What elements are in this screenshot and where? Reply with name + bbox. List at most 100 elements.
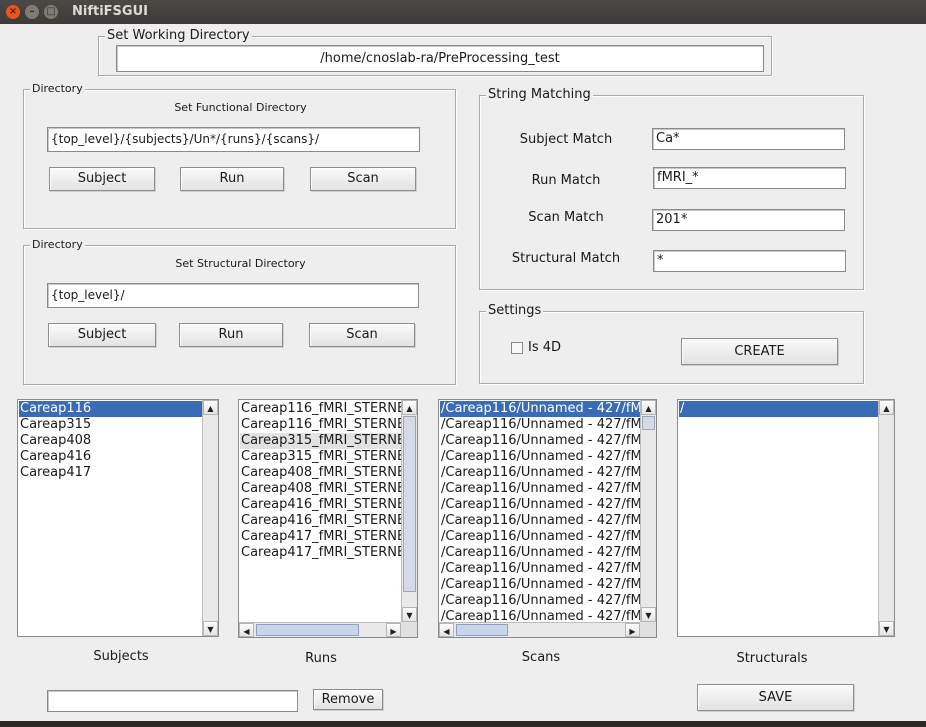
functional-run-button[interactable]: Run	[180, 167, 284, 191]
scroll-left-icon[interactable]: ◀	[439, 623, 454, 637]
working-directory-title: Set Working Directory	[105, 28, 252, 44]
scans-horizontal-scrollbar[interactable]: ◀ ▶	[439, 622, 640, 637]
remove-button[interactable]: Remove	[313, 689, 383, 710]
list-item[interactable]: Careap417_fMRI_STERNE	[240, 529, 401, 545]
functional-subject-button[interactable]: Subject	[49, 167, 155, 191]
window-client: Set Working Directory /home/cnoslab-ra/P…	[0, 24, 926, 721]
structurals-caption: Structurals	[736, 651, 808, 666]
list-item[interactable]: /	[679, 401, 878, 417]
structural-run-button[interactable]: Run	[179, 323, 283, 347]
functional-heading: Set Functional Directory	[174, 101, 307, 114]
runs-horizontal-scrollbar[interactable]: ◀ ▶	[239, 622, 401, 637]
list-item[interactable]: Careap315	[19, 417, 202, 433]
list-item[interactable]: Careap116_fMRI_STERNE	[240, 417, 401, 433]
scroll-down-icon[interactable]: ▼	[203, 621, 218, 636]
is-4d-label: Is 4D	[528, 340, 562, 355]
runs-vertical-scrollbar[interactable]: ▲ ▼	[401, 400, 417, 622]
working-directory-panel: Set Working Directory /home/cnoslab-ra/P…	[98, 28, 772, 76]
list-item[interactable]: /Careap116/Unnamed - 427/fMR	[440, 577, 640, 593]
is-4d-checkbox[interactable]	[511, 342, 523, 354]
list-item[interactable]: /Careap116/Unnamed - 427/fMR	[440, 561, 640, 577]
settings-panel: Settings Is 4D CREATE	[479, 303, 864, 384]
save-button[interactable]: SAVE	[697, 684, 854, 711]
structural-match-field[interactable]: *	[653, 250, 846, 272]
subject-match-field[interactable]: Ca*	[652, 128, 845, 150]
functional-scan-button[interactable]: Scan	[310, 167, 416, 191]
list-item[interactable]: /Careap116/Unnamed - 427/fMR	[440, 481, 640, 497]
runs-horizontal-thumb[interactable]	[256, 624, 359, 636]
close-icon[interactable]: ×	[6, 5, 20, 19]
window-bottom-edge	[0, 721, 926, 727]
scroll-left-icon[interactable]: ◀	[239, 623, 254, 637]
list-item[interactable]: Careap408_fMRI_STERNE	[240, 465, 401, 481]
subjects-list[interactable]: Careap116 Careap315 Careap408 Careap416 Care…	[17, 399, 219, 637]
runs-list-items: Careap116_fMRI_STERNE Careap116_fMRI_STER…	[240, 401, 401, 622]
maximize-icon[interactable]: □	[44, 5, 58, 19]
runs-scroll-corner	[401, 622, 417, 637]
run-match-label: Run Match	[531, 173, 601, 188]
scroll-down-icon[interactable]: ▼	[879, 621, 894, 636]
list-item[interactable]: Careap416_fMRI_STERNE	[240, 513, 401, 529]
list-item[interactable]: /Careap116/Unnamed - 427/fMR	[440, 513, 640, 529]
list-item[interactable]: Careap116	[19, 401, 202, 417]
scroll-up-icon[interactable]: ▲	[402, 400, 417, 415]
list-item[interactable]: Careap408_fMRI_STERNE	[240, 481, 401, 497]
list-item[interactable]: Careap416_fMRI_STERNE	[240, 497, 401, 513]
runs-caption: Runs	[305, 651, 337, 666]
scroll-right-icon[interactable]: ▶	[386, 623, 401, 637]
structurals-list[interactable]: / ▲ ▼	[677, 399, 895, 637]
list-item[interactable]: /Careap116/Unnamed - 427/fMR	[440, 497, 640, 513]
scans-vertical-scrollbar[interactable]: ▲ ▼	[640, 400, 656, 622]
structural-subject-button[interactable]: Subject	[48, 323, 156, 347]
string-matching-title: String Matching	[486, 87, 593, 103]
scans-list[interactable]: /Careap116/Unnamed - 427/fMR/Careap116/U…	[438, 399, 657, 638]
subjects-vertical-scrollbar[interactable]: ▲ ▼	[202, 400, 218, 636]
list-item[interactable]: /Careap116/Unnamed - 427/fMR	[440, 609, 640, 622]
run-match-field[interactable]: fMRI_*	[653, 167, 846, 189]
list-item[interactable]: /Careap116/Unnamed - 427/fMR	[440, 545, 640, 561]
list-item[interactable]: /Careap116/Unnamed - 427/fMR	[440, 433, 640, 449]
list-item[interactable]: Careap417_fMRI_STERNE	[240, 545, 401, 561]
minimize-icon[interactable]: –	[25, 5, 39, 19]
functional-directory-field[interactable]: {top_level}/{subjects}/Un*/{runs}/{scans…	[47, 127, 420, 152]
functional-directory-panel: Directory Set Functional Directory {top_…	[23, 81, 456, 229]
structural-directory-panel: Directory Set Structural Directory {top_…	[23, 237, 456, 385]
subject-match-label: Subject Match	[519, 132, 613, 147]
list-item[interactable]: Careap408	[19, 433, 202, 449]
structural-heading: Set Structural Directory	[175, 257, 306, 270]
structurals-vertical-scrollbar[interactable]: ▲ ▼	[878, 400, 894, 636]
string-matching-panel: String Matching Subject Match Ca* Run Ma…	[479, 87, 864, 290]
scroll-right-icon[interactable]: ▶	[625, 623, 640, 637]
runs-vertical-thumb[interactable]	[403, 416, 416, 592]
scroll-down-icon[interactable]: ▼	[641, 607, 656, 622]
scroll-up-icon[interactable]: ▲	[879, 400, 894, 415]
create-button[interactable]: CREATE	[681, 338, 838, 365]
list-item[interactable]: /Careap116/Unnamed - 427/fMR	[440, 401, 640, 417]
list-item[interactable]: /Careap116/Unnamed - 427/fMR	[440, 529, 640, 545]
scans-vertical-thumb[interactable]	[642, 416, 655, 430]
list-item[interactable]: Careap315_fMRI_STERNE	[240, 433, 401, 449]
list-item[interactable]: Careap116_fMRI_STERNE	[240, 401, 401, 417]
list-item[interactable]: Careap416	[19, 449, 202, 465]
list-item[interactable]: /Careap116/Unnamed - 427/fMR	[440, 465, 640, 481]
scroll-down-icon[interactable]: ▼	[402, 607, 417, 622]
subjects-list-items: Careap116 Careap315 Careap408 Careap416 Care…	[19, 401, 202, 635]
functional-group-title: Directory	[30, 81, 85, 97]
list-item[interactable]: Careap315_fMRI_STERNE	[240, 449, 401, 465]
scroll-up-icon[interactable]: ▲	[641, 400, 656, 415]
runs-list[interactable]: Careap116_fMRI_STERNE Careap116_fMRI_STER…	[238, 399, 418, 638]
list-item[interactable]: /Careap116/Unnamed - 427/fMR	[440, 449, 640, 465]
scans-scroll-corner	[640, 622, 656, 637]
title-bar: × – □ NiftiFSGUI	[0, 0, 926, 24]
bottom-input-field[interactable]	[47, 690, 298, 712]
list-item[interactable]: /Careap116/Unnamed - 427/fMR	[440, 417, 640, 433]
structural-directory-field[interactable]: {top_level}/	[47, 283, 419, 308]
structural-scan-button[interactable]: Scan	[309, 323, 415, 347]
list-item[interactable]: Careap417	[19, 465, 202, 481]
subjects-caption: Subjects	[93, 649, 149, 664]
list-item[interactable]: /Careap116/Unnamed - 427/fMR	[440, 593, 640, 609]
scans-horizontal-thumb[interactable]	[456, 624, 508, 636]
working-directory-field[interactable]: /home/cnoslab-ra/PreProcessing_test	[116, 45, 764, 72]
scan-match-field[interactable]: 201*	[652, 209, 845, 231]
scroll-up-icon[interactable]: ▲	[203, 400, 218, 415]
